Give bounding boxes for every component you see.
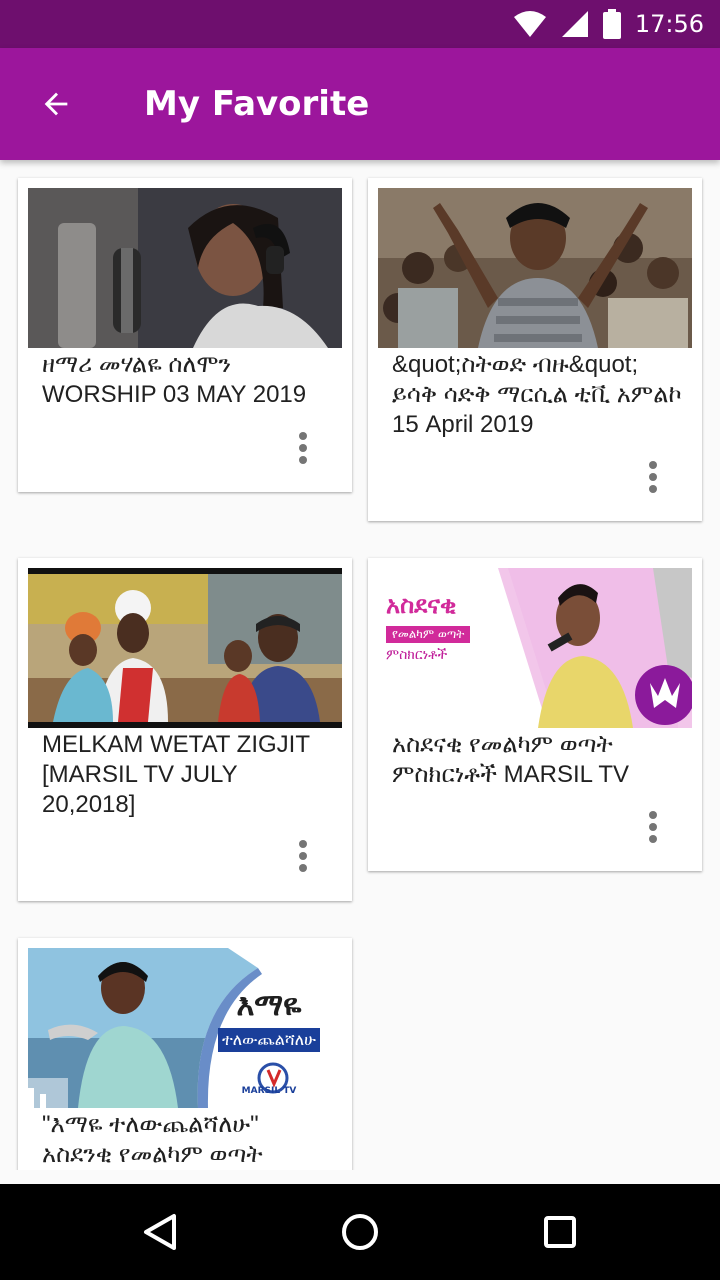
arrow-back-icon — [44, 92, 68, 116]
thumbnail-subheading: የመልካም ወጣት — [386, 626, 471, 643]
video-thumbnail[interactable] — [28, 188, 342, 348]
video-card[interactable]: ዘማሪ መሃልዬ ሰለሞን WORSHIP 03 MAY 2019 — [18, 178, 352, 492]
thumbnail-caption: እማዬ ተለውጨልሻለሁ MARSIL TV — [200, 988, 338, 1096]
thumbnail-heading: አስደናቂ — [386, 591, 457, 619]
video-title: ዘማሪ መሃልዬ ሰለሞን WORSHIP 03 MAY 2019 — [42, 351, 307, 408]
thumbnail-brand: MARSIL TV — [241, 1086, 297, 1096]
video-card[interactable]: &quot;ስትወድ ብዙ&quot; ይሳቅ ሳድቅ ማርሲል ቲቪ አምልኮ… — [368, 178, 702, 521]
home-circle-icon — [342, 1214, 378, 1250]
more-vert-icon — [649, 811, 657, 819]
more-vert-icon — [649, 461, 657, 469]
video-thumbnail[interactable]: አስደናቂ የመልካም ወጣት ምስክርነቶች — [378, 568, 692, 728]
video-title: አስደናቂ የመልካም ወጣት ምስክርነቶች MARSIL TV — [392, 731, 630, 788]
battery-icon — [602, 9, 621, 39]
clock-time: 17:56 — [634, 10, 704, 38]
back-button[interactable] — [24, 72, 88, 136]
nav-home-button[interactable] — [336, 1208, 384, 1256]
video-thumbnail[interactable]: እማዬ ተለውጨልሻለሁ MARSIL TV — [28, 948, 342, 1108]
thumbnail-subheading: ተለውጨልሻለሁ — [218, 1028, 320, 1052]
thumbnail-heading: እማዬ — [236, 988, 302, 1023]
page-title: My Favorite — [144, 84, 370, 124]
video-card[interactable]: እማዬ ተለውጨልሻለሁ MARSIL TV "እማዬ ተለውጨልሻለሁ" አስ… — [18, 938, 352, 1170]
navigation-bar — [0, 1184, 720, 1280]
more-options-button[interactable] — [641, 807, 665, 847]
back-triangle-icon — [144, 1214, 176, 1250]
more-vert-icon — [299, 432, 307, 440]
wifi-icon — [513, 11, 546, 37]
signal-icon — [561, 11, 588, 37]
status-bar: 17:56 — [0, 0, 720, 48]
thumbnail-tagline: ምስክርነቶች — [386, 647, 448, 663]
video-title: &quot;ስትወድ ብዙ&quot; ይሳቅ ሳድቅ ማርሲል ቲቪ አምልኮ… — [392, 351, 682, 438]
nav-back-button[interactable] — [136, 1208, 184, 1256]
favorites-grid: ዘማሪ መሃልዬ ሰለሞን WORSHIP 03 MAY 2019 &quot;… — [0, 160, 720, 1170]
thumbnail-caption: አስደናቂ የመልካም ወጣት ምስክርነቶች — [386, 590, 496, 663]
recents-square-icon — [544, 1216, 576, 1248]
video-thumbnail[interactable] — [28, 568, 342, 728]
more-options-button[interactable] — [641, 457, 665, 497]
video-title: MELKAM WETAT ZIGJIT [MARSIL TV JULY 20,2… — [42, 731, 310, 818]
app-bar: My Favorite — [0, 48, 720, 160]
more-options-button[interactable] — [291, 836, 315, 876]
more-options-button[interactable] — [291, 428, 315, 468]
video-card[interactable]: MELKAM WETAT ZIGJIT [MARSIL TV JULY 20,2… — [18, 558, 352, 901]
nav-recents-button[interactable] — [536, 1208, 584, 1256]
video-card[interactable]: አስደናቂ የመልካም ወጣት ምስክርነቶች አስደናቂ የመልካም ወጣት … — [368, 558, 702, 871]
more-vert-icon — [299, 840, 307, 848]
video-title: "እማዬ ተለውጨልሻለሁ" አስደንቂ የመልካም ወጣት — [42, 1111, 263, 1168]
video-thumbnail[interactable] — [378, 188, 692, 348]
